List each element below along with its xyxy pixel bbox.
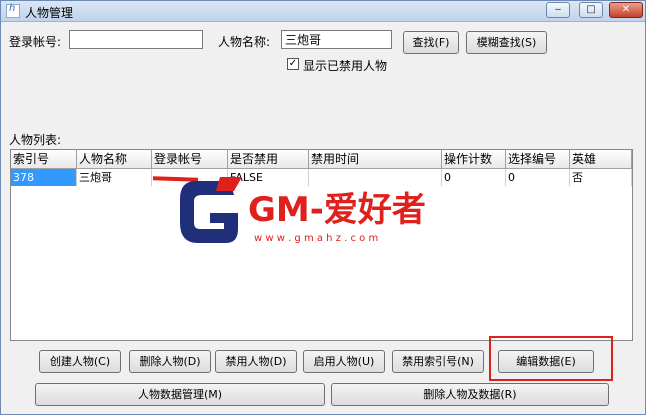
column-header-op-count[interactable]: 操作计数 [442, 150, 506, 168]
find-button[interactable]: 查找(F) [403, 31, 459, 54]
show-banned-checkbox[interactable]: ✓ [287, 58, 299, 70]
column-header-select-number[interactable]: 选择编号 [506, 150, 570, 168]
table-header: 索引号 人物名称 登录帐号 是否禁用 禁用时间 操作计数 选择编号 英雄 [11, 150, 632, 169]
gm-watermark-logo: GM-爱好者 w w w . g m a h z . c o m [180, 177, 426, 244]
cell-hero: 否 [570, 169, 632, 186]
delete-character-and-data-button[interactable]: 删除人物及数据(R) [331, 383, 609, 406]
delete-character-button[interactable]: 删除人物(D) [129, 350, 211, 373]
window-title: 人物管理 [25, 6, 74, 20]
column-header-banned[interactable]: 是否禁用 [228, 150, 309, 168]
cell-select-number: 0 [506, 169, 570, 186]
watermark-url-text: w w w . g m a h z . c o m [254, 233, 378, 244]
fuzzy-find-button[interactable]: 模糊查找(S) [466, 31, 547, 54]
cell-index: 378 [11, 169, 77, 186]
character-manager-window: 人物管理 ‒ □ ✕ 登录帐号: 人物名称: 查找(F) 模糊查找(S) ✓ 显… [0, 0, 646, 415]
name-input[interactable] [281, 30, 392, 49]
account-input[interactable] [69, 30, 203, 49]
title-bar[interactable]: 人物管理 ‒ □ ✕ [1, 1, 645, 22]
cell-name: 三炮哥 [77, 169, 152, 186]
ban-character-button[interactable]: 禁用人物(D) [215, 350, 297, 373]
watermark-logo-text: GM-爱好者 [248, 190, 426, 230]
column-header-hero[interactable]: 英雄 [570, 150, 632, 168]
app-icon [6, 3, 20, 18]
column-header-index[interactable]: 索引号 [11, 150, 77, 168]
show-banned-label: 显示已禁用人物 [303, 59, 388, 73]
character-data-manage-button[interactable]: 人物数据管理(M) [35, 383, 325, 406]
column-header-account[interactable]: 登录帐号 [152, 150, 228, 168]
create-character-button[interactable]: 创建人物(C) [39, 350, 121, 373]
character-list-label: 人物列表: [9, 133, 62, 147]
maximize-button[interactable]: □ [579, 2, 603, 18]
column-header-name[interactable]: 人物名称 [77, 150, 152, 168]
minimize-button[interactable]: ‒ [546, 2, 570, 18]
ban-index-button[interactable]: 禁用索引号(N) [392, 350, 484, 373]
close-button[interactable]: ✕ [609, 2, 643, 18]
enable-character-button[interactable]: 启用人物(U) [303, 350, 385, 373]
column-header-ban-time[interactable]: 禁用时间 [309, 150, 442, 168]
name-label: 人物名称: [218, 35, 271, 49]
account-label: 登录帐号: [9, 35, 62, 49]
edit-button-highlight [489, 336, 613, 381]
